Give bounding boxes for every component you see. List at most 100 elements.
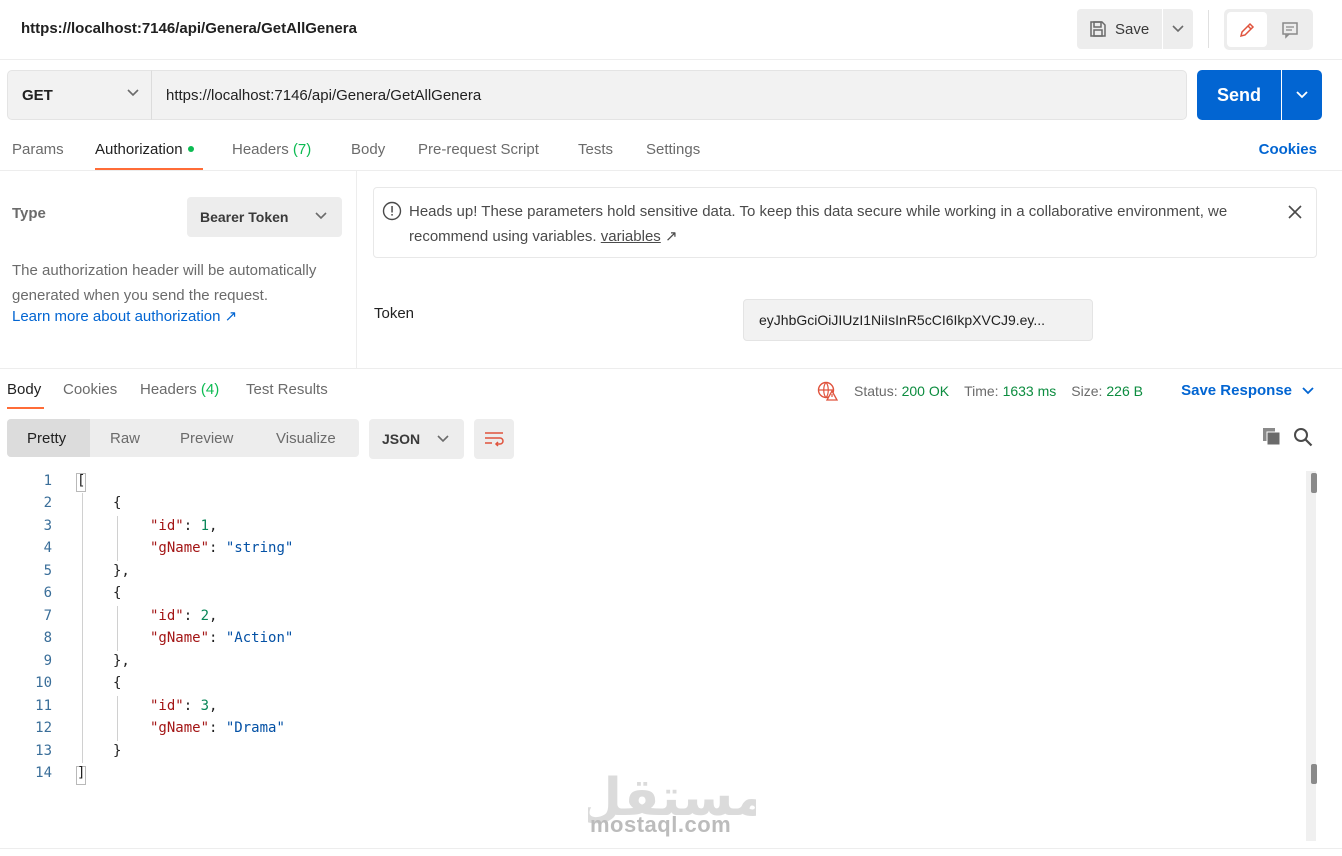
chevron-down-icon <box>127 89 139 97</box>
tab-tests[interactable]: Tests <box>578 141 613 158</box>
send-options-button[interactable] <box>1282 70 1322 120</box>
chevron-down-icon <box>437 435 449 443</box>
view-raw[interactable]: Raw <box>110 419 140 457</box>
status-value: 200 OK <box>901 383 950 399</box>
view-pretty[interactable]: Pretty <box>7 419 90 457</box>
time-value: 1633 ms <box>1002 383 1057 399</box>
line-number: 14 <box>35 765 52 781</box>
response-tab-headers-label: Headers <box>140 381 197 398</box>
edit-mode-button[interactable] <box>1227 12 1267 47</box>
tab-prerequest-script[interactable]: Pre-request Script <box>418 141 539 158</box>
save-options-button[interactable] <box>1163 9 1193 49</box>
close-icon[interactable] <box>1288 205 1302 219</box>
info-circle-icon <box>382 201 402 221</box>
json-comma: , <box>209 698 218 714</box>
code-text: [ <box>77 473 86 489</box>
view-visualize[interactable]: Visualize <box>276 419 336 457</box>
send-button[interactable]: Send <box>1197 70 1281 120</box>
auth-config-panel: Heads up! These parameters hold sensitiv… <box>358 171 1342 368</box>
auth-type-panel: Type Bearer Token The authorization head… <box>0 171 357 368</box>
mode-toggle <box>1224 9 1313 50</box>
line-number: 6 <box>43 585 52 601</box>
wrap-lines-icon <box>485 432 504 447</box>
auth-type-select[interactable]: Bearer Token <box>187 197 342 237</box>
tab-params[interactable]: Params <box>12 141 64 158</box>
code-line: 7 "id": 2, <box>0 608 1300 630</box>
code-line: 8 "gName": "Action" <box>0 630 1300 652</box>
view-mode-group: Pretty Raw Preview Visualize <box>7 419 359 457</box>
copy-icon[interactable] <box>1262 427 1282 447</box>
line-number: 5 <box>43 563 52 579</box>
line-number: 10 <box>35 675 52 691</box>
format-select[interactable]: JSON <box>369 419 464 459</box>
code-text: }, <box>113 563 130 579</box>
learn-more-link[interactable]: Learn more about authorization ↗ <box>12 307 237 325</box>
response-headers-count: (4) <box>200 381 220 398</box>
json-number: 3 <box>200 698 210 714</box>
line-number: 4 <box>43 540 52 556</box>
code-text: { <box>113 585 122 601</box>
method-select[interactable]: GET <box>7 70 152 120</box>
active-indicator-dot <box>187 146 194 153</box>
request-header: https://localhost:7146/api/Genera/GetAll… <box>0 0 1342 60</box>
json-comma: , <box>209 518 218 534</box>
code-line: 5}, <box>0 563 1300 585</box>
json-colon: : <box>183 518 201 534</box>
cookies-link[interactable]: Cookies <box>1259 141 1317 158</box>
globe-warning-icon[interactable] <box>817 381 839 401</box>
save-icon <box>1090 21 1106 37</box>
chevron-down-icon <box>1172 25 1184 33</box>
line-number: 8 <box>43 630 52 646</box>
code-text: "id": 2, <box>150 608 217 624</box>
code-line: 4 "gName": "string" <box>0 540 1300 562</box>
view-preview[interactable]: Preview <box>180 419 233 457</box>
tab-authorization[interactable]: Authorization <box>95 141 194 158</box>
alert-message: Heads up! These parameters hold sensitiv… <box>409 199 1289 249</box>
variables-link[interactable]: variables <box>601 228 661 245</box>
code-line: 12 "gName": "Drama" <box>0 720 1300 742</box>
active-response-tab-underline <box>7 407 44 409</box>
scrollbar-thumb[interactable] <box>1311 764 1317 784</box>
code-text: "id": 1, <box>150 518 217 534</box>
token-label: Token <box>374 305 415 322</box>
json-number: 2 <box>200 608 210 624</box>
json-colon: : <box>183 698 201 714</box>
json-colon: : <box>209 720 226 736</box>
auth-description: The authorization header will be automat… <box>12 262 317 304</box>
auth-type-value: Bearer Token <box>200 209 289 225</box>
response-tab-headers[interactable]: Headers (4) <box>140 381 219 398</box>
response-tab-body[interactable]: Body <box>7 381 41 398</box>
scrollbar-thumb[interactable] <box>1311 473 1317 493</box>
json-colon: : <box>209 540 226 556</box>
request-title[interactable]: https://localhost:7146/api/Genera/GetAll… <box>21 20 357 37</box>
save-button[interactable]: Save <box>1077 9 1162 49</box>
tab-body[interactable]: Body <box>351 141 385 158</box>
code-line: 1[ <box>0 473 1300 495</box>
chevron-down-icon <box>315 212 327 220</box>
active-tab-underline <box>95 168 203 170</box>
tab-headers[interactable]: Headers (7) <box>232 141 311 158</box>
sensitive-data-alert: Heads up! These parameters hold sensitiv… <box>373 187 1317 258</box>
comment-mode-button[interactable] <box>1270 12 1310 47</box>
line-number: 11 <box>35 698 52 714</box>
search-icon[interactable] <box>1293 427 1313 447</box>
save-response-button[interactable]: Save Response <box>1181 382 1314 399</box>
size-label: Size: <box>1071 383 1103 399</box>
response-tab-test-results[interactable]: Test Results <box>246 381 328 398</box>
chevron-down-icon <box>1302 386 1314 394</box>
json-string: "string" <box>225 540 294 556</box>
response-tab-cookies[interactable]: Cookies <box>63 381 117 398</box>
code-line: 6{ <box>0 585 1300 607</box>
request-tabs: Params Authorization Headers (7) Body Pr… <box>0 130 1342 171</box>
line-number: 7 <box>43 608 52 624</box>
code-text: { <box>113 675 122 691</box>
json-key: "gName" <box>150 630 210 646</box>
format-value: JSON <box>382 431 421 447</box>
url-input[interactable]: https://localhost:7146/api/Genera/GetAll… <box>151 70 1187 120</box>
code-text: } <box>113 743 122 759</box>
tab-settings[interactable]: Settings <box>646 141 700 158</box>
token-input[interactable]: eyJhbGciOiJIUzI1NiIsInR5cCI6IkpXVCJ9.ey.… <box>743 299 1093 341</box>
vertical-scrollbar[interactable] <box>1306 471 1316 841</box>
json-number: 1 <box>200 518 210 534</box>
wrap-lines-button[interactable] <box>474 419 514 459</box>
